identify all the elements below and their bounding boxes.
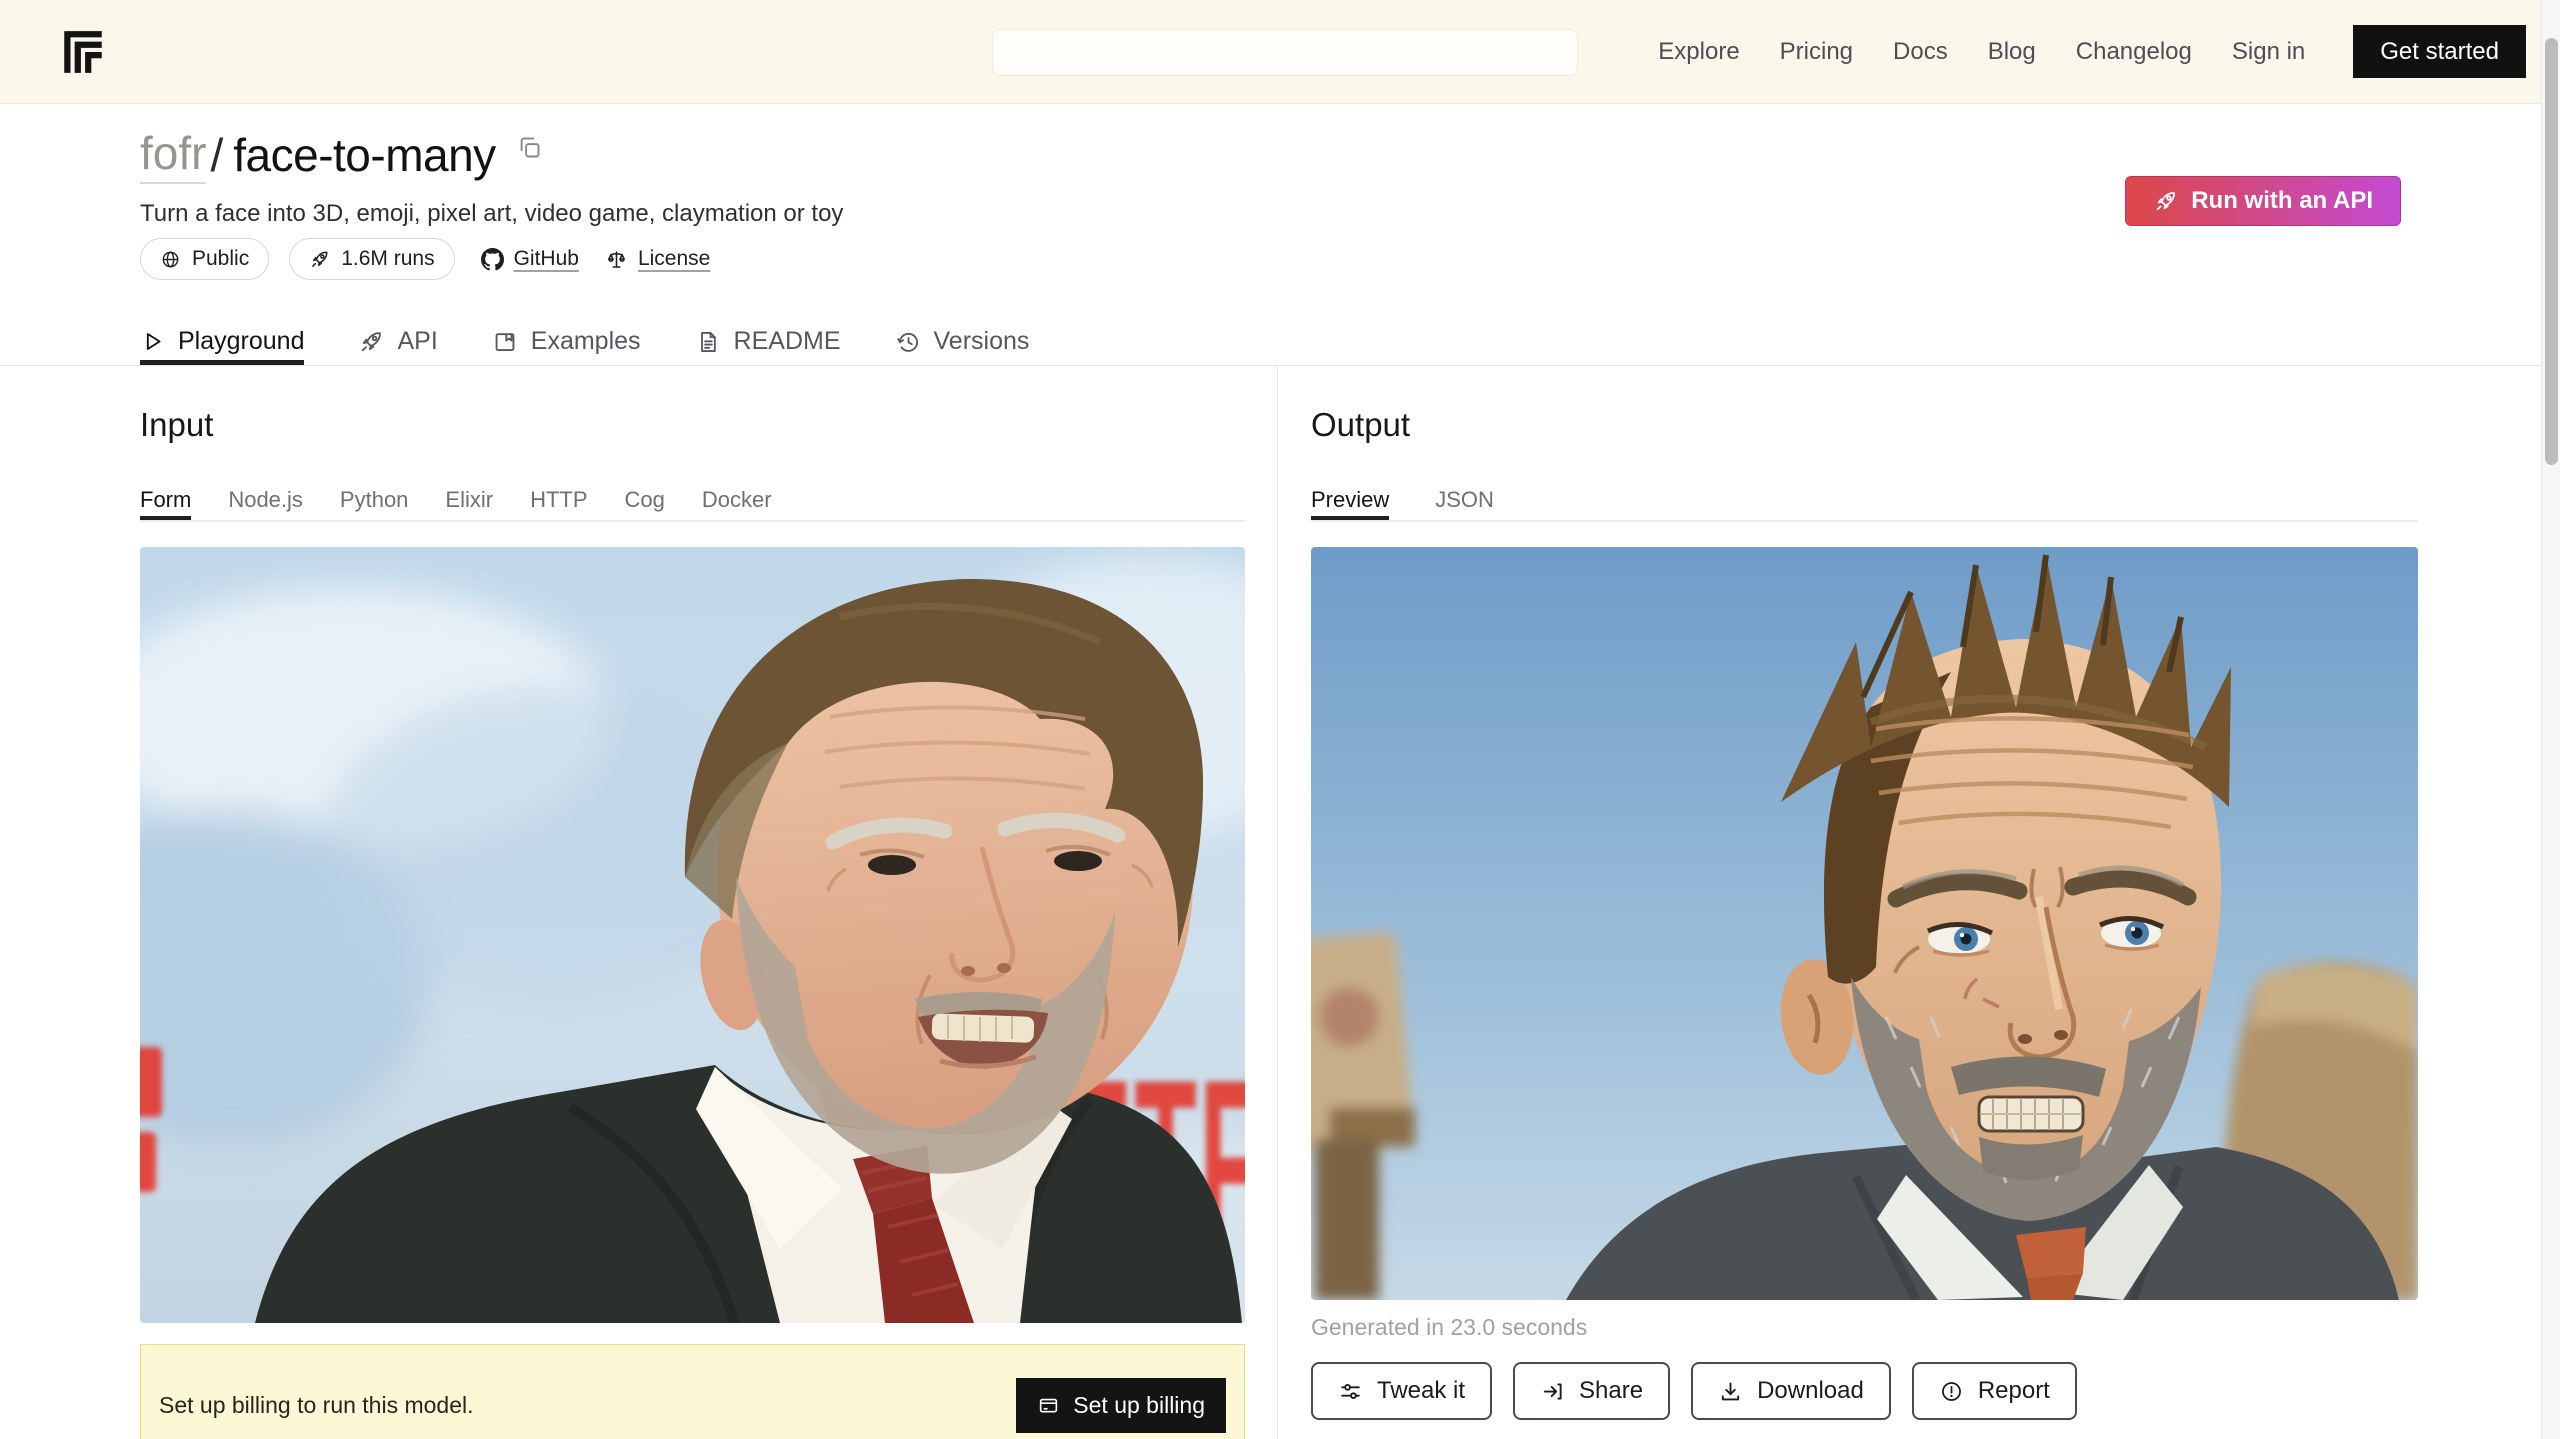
tab-label: Playground: [178, 327, 304, 356]
output-render-illustration: [1311, 547, 2418, 1300]
github-link[interactable]: GitHub: [481, 247, 579, 271]
share-label: Share: [1579, 1377, 1643, 1405]
nav-explore[interactable]: Explore: [1658, 38, 1739, 66]
wallet-icon: [1037, 1394, 1060, 1417]
input-tab-form[interactable]: Form: [140, 480, 191, 520]
owner-link[interactable]: fofr: [140, 126, 206, 184]
model-tab-bar: Playground API Examples README Versions: [0, 318, 2541, 366]
license-link[interactable]: License: [605, 247, 710, 271]
nav-changelog[interactable]: Changelog: [2076, 38, 2192, 66]
input-tab-docker[interactable]: Docker: [702, 480, 772, 520]
runs-count: 1.6M runs: [341, 247, 434, 271]
replicate-model-page: Explore Pricing Docs Blog Changelog Sign…: [0, 0, 2560, 1439]
page-scrollbar[interactable]: [2541, 0, 2560, 1439]
input-photo-illustration: NETFL: [140, 547, 1245, 1323]
billing-message: Set up billing to run this model.: [159, 1392, 474, 1419]
generation-time: Generated in 23.0 seconds: [1311, 1314, 1587, 1341]
visibility-badge: Public: [140, 238, 269, 280]
tab-versions[interactable]: Versions: [895, 318, 1030, 365]
page-title: face-to-many: [233, 128, 495, 182]
input-tab-python[interactable]: Python: [340, 480, 409, 520]
badge-row: Public 1.6M runs GitHub License: [140, 238, 710, 280]
tweak-it-button[interactable]: Tweak it: [1311, 1362, 1492, 1420]
nav-pricing[interactable]: Pricing: [1780, 38, 1853, 66]
input-tab-nodejs[interactable]: Node.js: [228, 480, 303, 520]
output-image[interactable]: [1311, 547, 2418, 1300]
visibility-label: Public: [192, 247, 249, 271]
copy-model-name-button[interactable]: [516, 134, 543, 161]
billing-banner: Set up billing to run this model. Set up…: [140, 1344, 1245, 1439]
scrollbar-thumb[interactable]: [2545, 38, 2558, 465]
tab-examples[interactable]: Examples: [492, 318, 641, 365]
report-button[interactable]: Report: [1912, 1362, 2077, 1420]
output-tab-json[interactable]: JSON: [1435, 480, 1494, 520]
input-image[interactable]: NETFL: [140, 547, 1245, 1323]
share-button[interactable]: Share: [1513, 1362, 1670, 1420]
tab-api[interactable]: API: [358, 318, 437, 365]
run-with-api-button[interactable]: Run with an API: [2125, 176, 2401, 226]
history-icon: [895, 329, 921, 355]
tab-label: Examples: [531, 327, 641, 356]
scales-icon: [605, 248, 628, 271]
input-column: Input Form Node.js Python Elixir HTTP Co…: [0, 366, 1278, 1439]
share-icon: [1540, 1379, 1565, 1404]
box-icon: [492, 329, 518, 355]
input-tab-cog[interactable]: Cog: [625, 480, 665, 520]
model-title-row: fofr / face-to-many: [140, 126, 543, 184]
tweak-it-label: Tweak it: [1377, 1377, 1465, 1405]
download-icon: [1718, 1379, 1743, 1404]
output-column: Output Preview JSON: [1279, 366, 2541, 1439]
play-icon: [140, 329, 165, 354]
rocket-icon: [309, 249, 330, 270]
input-tab-http[interactable]: HTTP: [530, 480, 587, 520]
github-label: GitHub: [514, 247, 579, 271]
output-tabs: Preview JSON: [1311, 480, 2418, 522]
globe-icon: [160, 249, 181, 270]
tab-label: Versions: [934, 327, 1030, 356]
output-heading: Output: [1311, 406, 1410, 444]
replicate-logo-icon[interactable]: [60, 27, 106, 77]
download-button[interactable]: Download: [1691, 1362, 1891, 1420]
tab-readme[interactable]: README: [695, 318, 841, 365]
set-up-billing-button[interactable]: Set up billing: [1016, 1378, 1226, 1433]
document-icon: [695, 329, 721, 355]
output-actions: Tweak it Share Download Report: [1311, 1362, 2077, 1420]
get-started-button[interactable]: Get started: [2353, 25, 2526, 78]
model-description: Turn a face into 3D, emoji, pixel art, v…: [140, 200, 843, 228]
license-label: License: [638, 247, 710, 271]
top-nav: Explore Pricing Docs Blog Changelog Sign…: [1658, 25, 2526, 78]
report-icon: [1939, 1379, 1964, 1404]
tab-label: API: [397, 327, 437, 356]
input-tab-elixir[interactable]: Elixir: [445, 480, 493, 520]
sliders-icon: [1338, 1379, 1363, 1404]
rocket-icon: [2153, 189, 2178, 214]
output-tab-preview[interactable]: Preview: [1311, 480, 1389, 520]
report-label: Report: [1978, 1377, 2050, 1405]
tab-playground[interactable]: Playground: [140, 318, 304, 365]
copy-icon: [516, 134, 543, 161]
github-icon: [481, 248, 504, 271]
tab-label: README: [734, 327, 841, 356]
nav-docs[interactable]: Docs: [1893, 38, 1948, 66]
run-with-api-label: Run with an API: [2191, 187, 2373, 215]
set-up-billing-label: Set up billing: [1073, 1392, 1205, 1419]
rocket-icon: [358, 329, 384, 355]
input-language-tabs: Form Node.js Python Elixir HTTP Cog Dock…: [140, 480, 1245, 522]
sign-in-link[interactable]: Sign in: [2232, 38, 2305, 66]
nav-blog[interactable]: Blog: [1988, 38, 2036, 66]
download-label: Download: [1757, 1377, 1864, 1405]
title-separator: /: [210, 128, 223, 182]
runs-badge: 1.6M runs: [289, 238, 454, 280]
site-header: Explore Pricing Docs Blog Changelog Sign…: [0, 0, 2560, 104]
input-heading: Input: [140, 406, 213, 444]
search-input[interactable]: [992, 29, 1578, 76]
playground-main: Input Form Node.js Python Elixir HTTP Co…: [0, 366, 2560, 1439]
